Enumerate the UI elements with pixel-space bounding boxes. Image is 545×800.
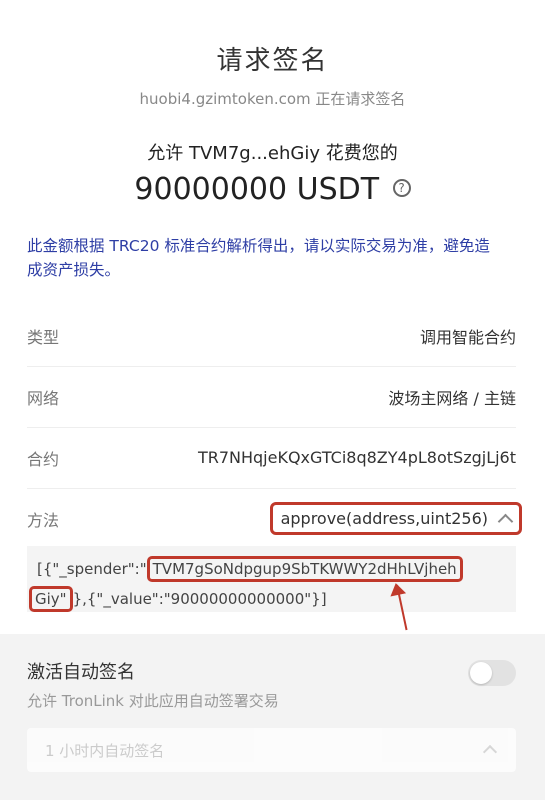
contract-address: TR7NHqjeKQxGTCi8q8ZY4pL8otSzgjLj6t bbox=[197, 448, 516, 467]
detail-label: 类型 bbox=[27, 327, 60, 347]
detail-label: 网络 bbox=[27, 388, 60, 408]
toggle-knob bbox=[470, 662, 492, 684]
detail-row-type: 类型 调用智能合约 bbox=[27, 305, 516, 366]
method-params: [{"_spender":" TVM7gSoNdpgup9SbTKWWY2dHhL… bbox=[27, 546, 516, 612]
method-expand-toggle[interactable]: approve(address,uint256) bbox=[269, 502, 522, 535]
spender-highlight-2: Giy" bbox=[29, 586, 73, 612]
auto-sign-toggle[interactable] bbox=[468, 660, 516, 686]
amount-value: 90000000 USDT bbox=[134, 172, 380, 207]
detail-row-network: 网络 波场主网络 / 主链 bbox=[27, 366, 516, 427]
detail-value: 波场主网络 / 主链 bbox=[388, 388, 516, 408]
params-line-2: Giy"},{"_value":"90000000000000"}] bbox=[29, 586, 327, 612]
method-value: approve(address,uint256) bbox=[280, 509, 488, 528]
help-icon[interactable]: ? bbox=[392, 178, 411, 197]
detail-label: 合约 bbox=[27, 449, 60, 469]
params-suffix: },{"_value":"90000000000000"}] bbox=[72, 590, 327, 608]
auto-sign-title: 激活自动签名 bbox=[27, 662, 135, 683]
page-title: 请求签名 bbox=[216, 46, 329, 76]
chevron-up-icon bbox=[497, 513, 514, 530]
params-line-1: [{"_spender":" TVM7gSoNdpgup9SbTKWWY2dHhL… bbox=[37, 556, 463, 582]
spender-highlight-1: TVM7gSoNdpgup9SbTKWWY2dHhLVjheh bbox=[146, 556, 463, 582]
detail-label: 方法 bbox=[27, 510, 60, 530]
auto-sign-section: 激活自动签名 允许 TronLink 对此应用自动签署交易 1 小时内自动签名 bbox=[0, 634, 545, 800]
amount-notice: 此金额根据 TRC20 标准合约解析得出，请以实际交易为准，避免造成资产损失。 bbox=[27, 237, 490, 279]
auto-sign-subtitle: 允许 TronLink 对此应用自动签署交易 bbox=[27, 692, 279, 710]
detail-value: 调用智能合约 bbox=[419, 327, 516, 347]
detail-row-method: 方法 approve(address,uint256) bbox=[27, 488, 522, 549]
chevron-up-icon bbox=[482, 744, 498, 760]
allow-spender-text: 允许 TVM7g...ehGiy 花费您的 bbox=[147, 143, 398, 164]
request-origin: huobi4.gzimtoken.com 正在请求签名 bbox=[139, 90, 406, 108]
auto-sign-duration-select[interactable]: 1 小时内自动签名 bbox=[27, 728, 516, 772]
approve-amount: 90000000 USDT ? bbox=[0, 172, 545, 207]
detail-row-contract: 合约 TR7NHqjeKQxGTCi8q8ZY4pL8otSzgjLj6t bbox=[27, 427, 516, 488]
params-prefix: [{"_spender":" bbox=[37, 560, 147, 578]
duration-value: 1 小时内自动签名 bbox=[45, 742, 165, 760]
